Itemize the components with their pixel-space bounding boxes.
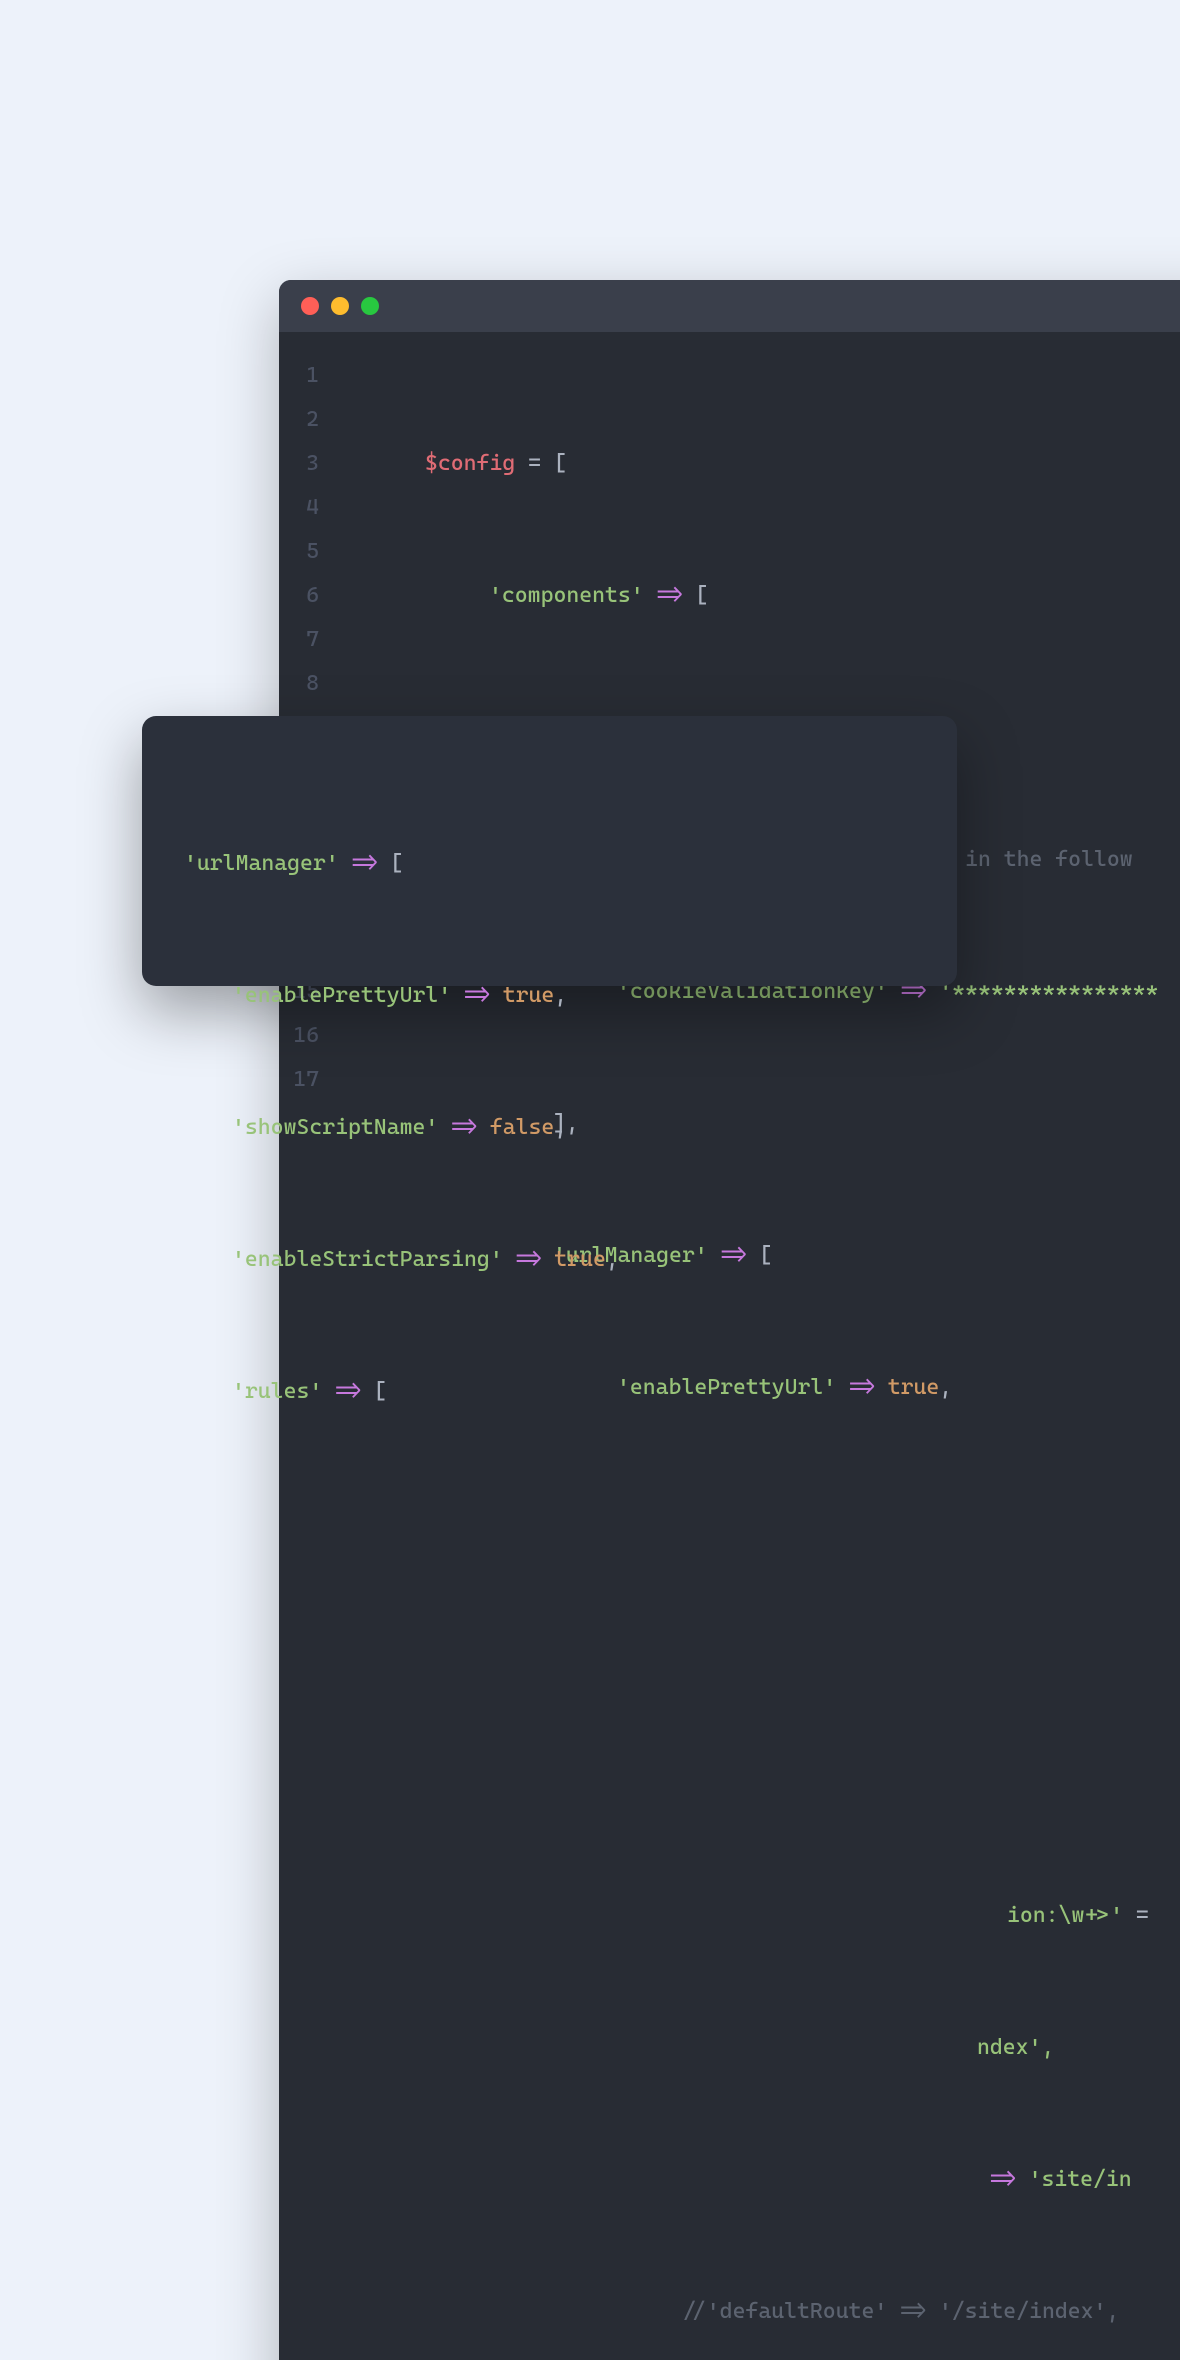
code-line[interactable]	[337, 1630, 1180, 1674]
token-arrow: =>	[977, 2167, 1029, 2192]
token-bool: false	[490, 1115, 554, 1140]
snippet-line: 'enableStrictParsing' => true,	[184, 1238, 915, 1282]
token-string: 'showScriptName'	[232, 1115, 438, 1140]
token-comma: ,	[606, 1247, 619, 1272]
code-line[interactable]: => 'site/in	[337, 2158, 1180, 2202]
code-line[interactable]	[337, 1498, 1180, 1542]
token-string: 'components'	[489, 583, 644, 608]
line-number: 1	[306, 363, 319, 388]
line-number-gutter: 1 2 3 4 5 6 7 8 9 10 11 12 13 14 15 16 1…	[279, 354, 337, 2360]
token-operator: =	[1123, 1903, 1149, 1928]
token-string: '****************	[939, 979, 1158, 1004]
token-comment: //'defaultRoute' => '/site/index',	[681, 2299, 1119, 2324]
code-content[interactable]: $config = [ 'components' => [ 'request' …	[337, 354, 1180, 2360]
line-number: 6	[306, 583, 319, 608]
snippet-line: 'urlManager' => [	[184, 842, 915, 886]
token-operator: =	[515, 451, 554, 476]
line-number: 2	[306, 407, 319, 432]
code-line[interactable]: //'defaultRoute' => '/site/index',	[337, 2290, 1180, 2334]
snippet-line: 'enablePrettyUrl' => true,	[184, 974, 915, 1018]
token-arrow: =>	[322, 1379, 374, 1404]
window-titlebar	[279, 280, 1180, 332]
token-bracket: [	[390, 851, 403, 876]
line-number: 5	[306, 539, 319, 564]
code-line[interactable]	[337, 1762, 1180, 1806]
token-comma: ,	[554, 1115, 567, 1140]
token-string: ndex',	[977, 2035, 1054, 2060]
token-variable: $config	[425, 451, 515, 476]
token-string: 'enableStrictParsing'	[232, 1247, 503, 1272]
line-number: 7	[306, 627, 319, 652]
token-bracket: [	[374, 1379, 387, 1404]
code-area[interactable]: 1 2 3 4 5 6 7 8 9 10 11 12 13 14 15 16 1…	[279, 332, 1180, 2360]
token-arrow: =>	[438, 1115, 490, 1140]
token-comma: ,	[939, 1375, 952, 1400]
token-bracket: [	[554, 451, 567, 476]
minimize-icon[interactable]	[331, 297, 349, 315]
code-line[interactable]: 'components' => [	[337, 574, 1180, 618]
token-arrow: =>	[451, 983, 503, 1008]
token-bool: true	[503, 983, 555, 1008]
token-arrow: =>	[503, 1247, 555, 1272]
token-comma: ,	[554, 983, 567, 1008]
token-string: ion:\w+>'	[1007, 1903, 1123, 1928]
token-arrow: =>	[339, 851, 391, 876]
code-line[interactable]: $config = [	[337, 442, 1180, 486]
token-string: 'urlManager'	[184, 851, 339, 876]
line-number: 3	[306, 451, 319, 476]
token-bracket: [	[695, 583, 708, 608]
code-snippet-popup: 'urlManager' => [ 'enablePrettyUrl' => t…	[142, 716, 957, 986]
snippet-line: 'showScriptName' => false,	[184, 1106, 915, 1150]
snippet-line: 'rules' => [	[184, 1370, 915, 1414]
line-number: 4	[306, 495, 319, 520]
token-arrow: =>	[644, 583, 696, 608]
code-line[interactable]: ion:\w+>' =	[337, 1894, 1180, 1938]
close-icon[interactable]	[301, 297, 319, 315]
token-string: 'enablePrettyUrl'	[232, 983, 451, 1008]
line-number: 8	[306, 671, 319, 696]
token-bool: true	[554, 1247, 606, 1272]
editor-window: 1 2 3 4 5 6 7 8 9 10 11 12 13 14 15 16 1…	[279, 280, 1180, 2360]
maximize-icon[interactable]	[361, 297, 379, 315]
token-string: 'rules'	[232, 1379, 322, 1404]
code-line[interactable]: ndex',	[337, 2026, 1180, 2070]
token-string: 'site/in	[1029, 2167, 1132, 2192]
